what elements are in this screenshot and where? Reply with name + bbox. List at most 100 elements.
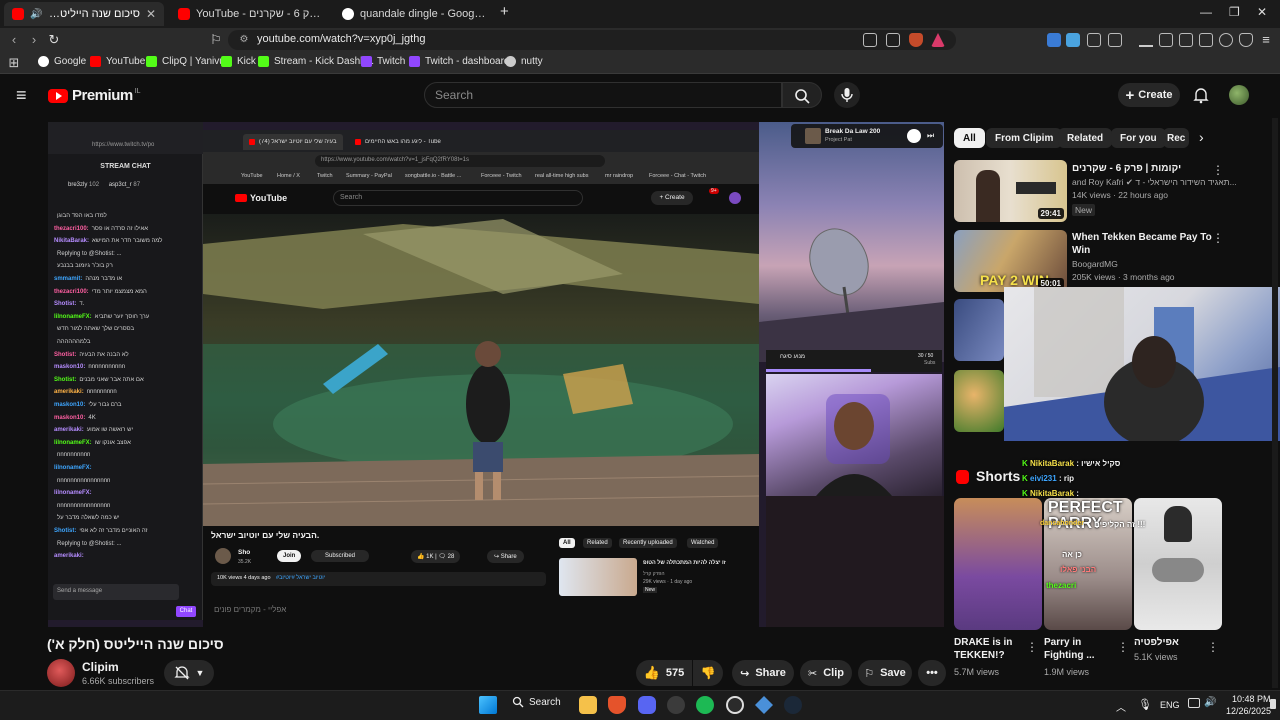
wallet-icon[interactable] <box>1199 33 1213 47</box>
chip-recent[interactable]: Rec <box>1163 128 1189 148</box>
more-actions-button[interactable]: ••• <box>918 660 946 686</box>
brave-shield-icon[interactable] <box>909 33 923 47</box>
bookmark-nutty[interactable]: nutty <box>505 56 543 67</box>
notification-center-icon[interactable] <box>1270 699 1276 709</box>
channel-avatar[interactable] <box>47 659 75 687</box>
chip-from-clipim[interactable]: From Clipim <box>986 128 1063 148</box>
short-title-1[interactable]: DRAKE is in TEKKEN!? <box>954 636 1024 662</box>
search-button[interactable] <box>782 82 822 108</box>
maximize-icon[interactable]: ❐ <box>1229 5 1240 19</box>
tray-chevron-icon[interactable]: ︿ <box>1116 699 1126 714</box>
page-scrollbar[interactable] <box>1272 118 1278 688</box>
rec-menu-icon[interactable]: ⋮ <box>1212 231 1224 245</box>
close-window-icon[interactable]: ✕ <box>1257 5 1267 19</box>
bookmark-page-icon[interactable]: ⚐ <box>208 32 224 48</box>
taskbar-search[interactable]: Search <box>512 696 561 708</box>
video-player[interactable]: https://www.twitch.tv/po STREAM CHAT bre… <box>48 122 944 627</box>
spotify-icon[interactable] <box>696 696 714 714</box>
network-icon[interactable] <box>1188 698 1200 708</box>
dislike-button[interactable]: 👎 <box>693 660 723 686</box>
bookmark-twitch-dashboard[interactable]: Twitch - dashboard <box>409 56 510 67</box>
clip-button[interactable]: ✂ Clip <box>800 660 852 686</box>
share-button[interactable]: ↪ Share <box>732 660 794 686</box>
tray-mic-icon[interactable]: 🎙 <box>1138 698 1152 711</box>
bookmark-google[interactable]: Google <box>38 56 86 67</box>
bookmark-youtube[interactable]: YouTube <box>90 56 145 67</box>
file-explorer-icon[interactable] <box>579 696 597 714</box>
windows-start-icon[interactable] <box>479 696 497 714</box>
url-text[interactable]: youtube.com/watch?v=xyp0j_jgthg <box>257 33 425 45</box>
voice-search-button[interactable] <box>834 82 860 108</box>
translate-extension-icon[interactable] <box>1047 33 1061 47</box>
extensions-puzzle-icon[interactable] <box>1087 33 1101 47</box>
extension-icon[interactable] <box>1066 33 1080 47</box>
channel-name[interactable]: Clipim <box>82 660 119 674</box>
short-menu-icon[interactable]: ⋮ <box>1117 640 1129 654</box>
rec-thumbnail-2[interactable]: PAY 2 WIN 50:01 <box>954 230 1067 292</box>
bookmark-kick-dashboard[interactable]: Stream - Kick Dashb... <box>258 56 374 67</box>
rec-thumbnail-3[interactable] <box>954 299 1004 361</box>
hamburger-menu-icon[interactable]: ≡ <box>16 85 27 106</box>
brave-browser-icon[interactable] <box>608 696 626 714</box>
short-thumbnail-1[interactable] <box>954 498 1042 630</box>
short-thumbnail-3[interactable] <box>1134 498 1222 630</box>
forward-icon[interactable]: › <box>26 32 42 48</box>
share-page-icon[interactable] <box>886 33 900 47</box>
search-input[interactable] <box>424 82 782 108</box>
steam-icon[interactable] <box>784 696 802 714</box>
short-title-2[interactable]: Parry in Fighting ... <box>1044 636 1114 662</box>
chip-related[interactable]: Related <box>1058 128 1113 148</box>
browser-menu-icon[interactable]: ≡ <box>1258 32 1274 48</box>
rec-title-2[interactable]: When Tekken Became Pay To Win <box>1072 231 1212 257</box>
discord-icon[interactable] <box>638 696 656 714</box>
account-avatar[interactable] <box>1229 85 1249 105</box>
chip-scroll-right-icon[interactable]: › <box>1199 129 1204 145</box>
media-control-icon[interactable] <box>1159 33 1173 47</box>
language-indicator[interactable]: ENG <box>1160 700 1180 710</box>
chip-all[interactable]: All <box>954 128 985 148</box>
chat-message: NikitaBarak: למה משובר חדר את המישא <box>54 238 163 245</box>
apps-grid-icon[interactable]: ⊞ <box>6 55 22 71</box>
sidebar-icon[interactable] <box>1179 33 1193 47</box>
tab-youtube-current[interactable]: 🔊 סיכום שנה הייליטס (חלק א') ✕ <box>4 2 164 26</box>
minimize-icon[interactable]: — <box>1200 5 1212 19</box>
short-title-3[interactable]: אפילפטיה <box>1134 636 1204 649</box>
rec-thumbnail-4[interactable] <box>954 370 1004 432</box>
leo-ai-icon[interactable] <box>1219 33 1233 47</box>
rec-title-1[interactable]: יקומות | פרק 6 - שקרנים <box>1072 162 1212 175</box>
subscribed-notify-button[interactable]: ▼ <box>164 660 214 686</box>
short-menu-icon[interactable]: ⋮ <box>1207 640 1219 654</box>
rec-menu-icon[interactable]: ⋮ <box>1212 163 1224 177</box>
volume-icon[interactable]: 🔊 <box>1204 697 1216 708</box>
clock-date[interactable]: 12/26/2025 <box>1226 706 1271 716</box>
site-info-icon[interactable]: ⚙ <box>236 32 252 48</box>
bookmark-kick[interactable]: Kick <box>221 56 256 67</box>
reload-icon[interactable]: ↻ <box>46 32 62 48</box>
back-icon[interactable]: ‹ <box>6 32 22 48</box>
cast-icon[interactable] <box>863 33 877 47</box>
save-button[interactable]: ⚐ Save <box>858 660 912 686</box>
screenshot-icon[interactable] <box>1108 33 1122 47</box>
app-icon[interactable] <box>667 696 685 714</box>
tab-close-icon[interactable]: ✕ <box>146 7 156 21</box>
download-icon[interactable] <box>1139 33 1153 47</box>
tab-google-search[interactable]: quandale dingle - Google Search <box>334 2 494 26</box>
short-menu-icon[interactable]: ⋮ <box>1026 640 1038 654</box>
like-button[interactable]: 👍 575 <box>636 660 692 686</box>
notifications-button[interactable] <box>1192 86 1210 104</box>
obs-icon[interactable] <box>726 696 744 714</box>
clock-time[interactable]: 10:48 PM <box>1232 694 1271 704</box>
tab-youtube-yekumot[interactable]: YouTube - יקומות | פרק 6 - שקרנים <box>170 2 330 26</box>
create-button[interactable]: + Create <box>1118 83 1180 107</box>
short-thumbnail-2[interactable]: PERFECT PARRY <box>1044 498 1132 630</box>
speaker-icon[interactable]: 🔊 <box>30 9 42 20</box>
rec-channel-2[interactable]: BoogardMG <box>1072 259 1118 269</box>
vpn-icon[interactable] <box>1239 33 1253 47</box>
bookmark-clipq[interactable]: ClipQ | Yanivu <box>146 56 225 67</box>
new-tab-icon[interactable]: + <box>500 3 509 20</box>
rec-channel-1[interactable]: and Roy Kafri ✔ תאגיד השידור הישראלי - ד… <box>1072 177 1237 188</box>
chip-for-you[interactable]: For you <box>1111 128 1166 148</box>
rec-thumbnail-1[interactable]: 29:41 <box>954 160 1067 222</box>
youtube-premium-logo[interactable]: Premium IL <box>48 87 141 104</box>
bookmark-twitch[interactable]: Twitch <box>361 56 405 67</box>
